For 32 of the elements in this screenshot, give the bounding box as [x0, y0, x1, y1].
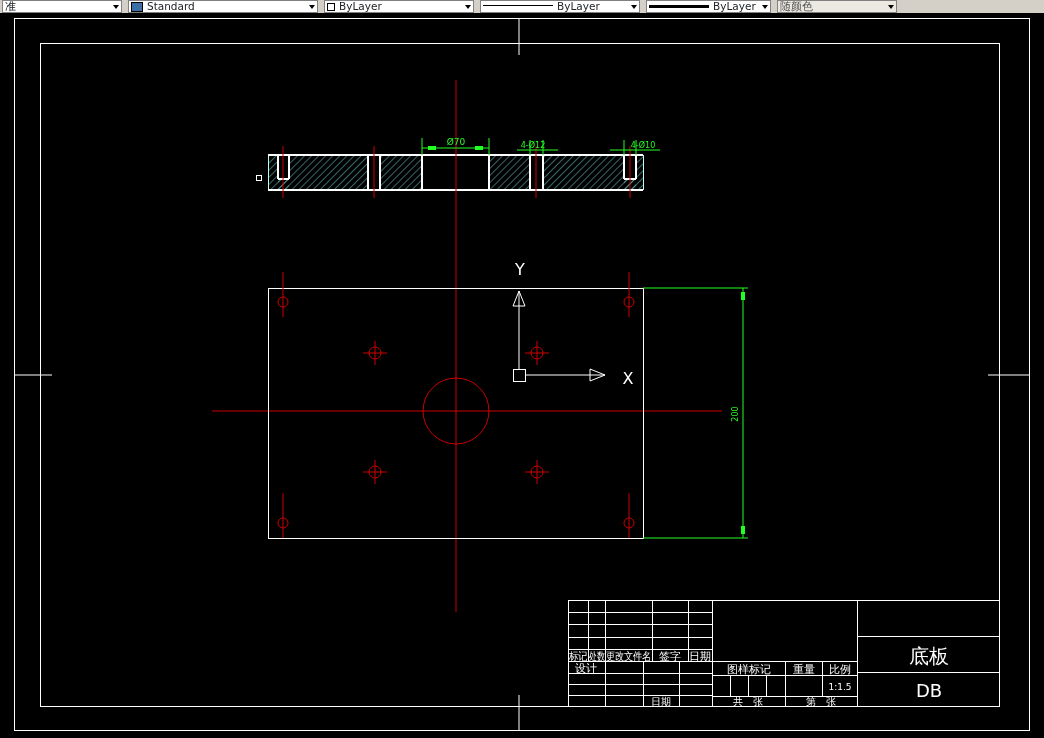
dimension-text: Ø70 — [446, 137, 466, 147]
line-sample-icon — [649, 5, 709, 8]
table-label: 第 张 — [806, 695, 836, 707]
dropdown[interactable]: Standard — [128, 0, 318, 13]
dropdown[interactable]: ByLayer — [480, 0, 640, 13]
dimension-text: 4-Ø10 — [630, 141, 656, 150]
line-sample-icon — [483, 5, 553, 8]
dimension-text: 4-Ø12 — [520, 141, 546, 150]
ucs-axes-icon — [512, 290, 606, 382]
dropdown[interactable]: ByLayer — [324, 0, 474, 13]
table-header: 日期 — [689, 649, 711, 662]
axis-label: Y — [515, 260, 525, 279]
table-label: 日期 — [651, 695, 671, 707]
table-header: 重量 — [792, 662, 815, 675]
text-style-icon — [131, 1, 143, 12]
table-header: 签字 — [659, 649, 681, 662]
axis-label: X — [622, 369, 634, 388]
grip-marker — [256, 175, 262, 181]
dimension-line — [516, 139, 559, 156]
dropdown[interactable]: 准 — [2, 0, 122, 13]
part-code: DB — [915, 680, 943, 701]
table-label: 设计 — [575, 661, 597, 674]
scale-value: 1:1.5 — [828, 682, 852, 692]
dimension-line — [421, 137, 490, 156]
dropdown[interactable]: ByLayer — [646, 0, 771, 13]
part-name: 底板 — [909, 644, 949, 668]
color-swatch-icon — [327, 2, 335, 11]
table-label: 共 张 — [733, 695, 763, 707]
table-header: 比例 — [828, 662, 851, 675]
dimension-line — [609, 139, 661, 156]
dimension-text: 200 — [731, 406, 740, 422]
table-header: 图样标记 — [726, 662, 771, 675]
